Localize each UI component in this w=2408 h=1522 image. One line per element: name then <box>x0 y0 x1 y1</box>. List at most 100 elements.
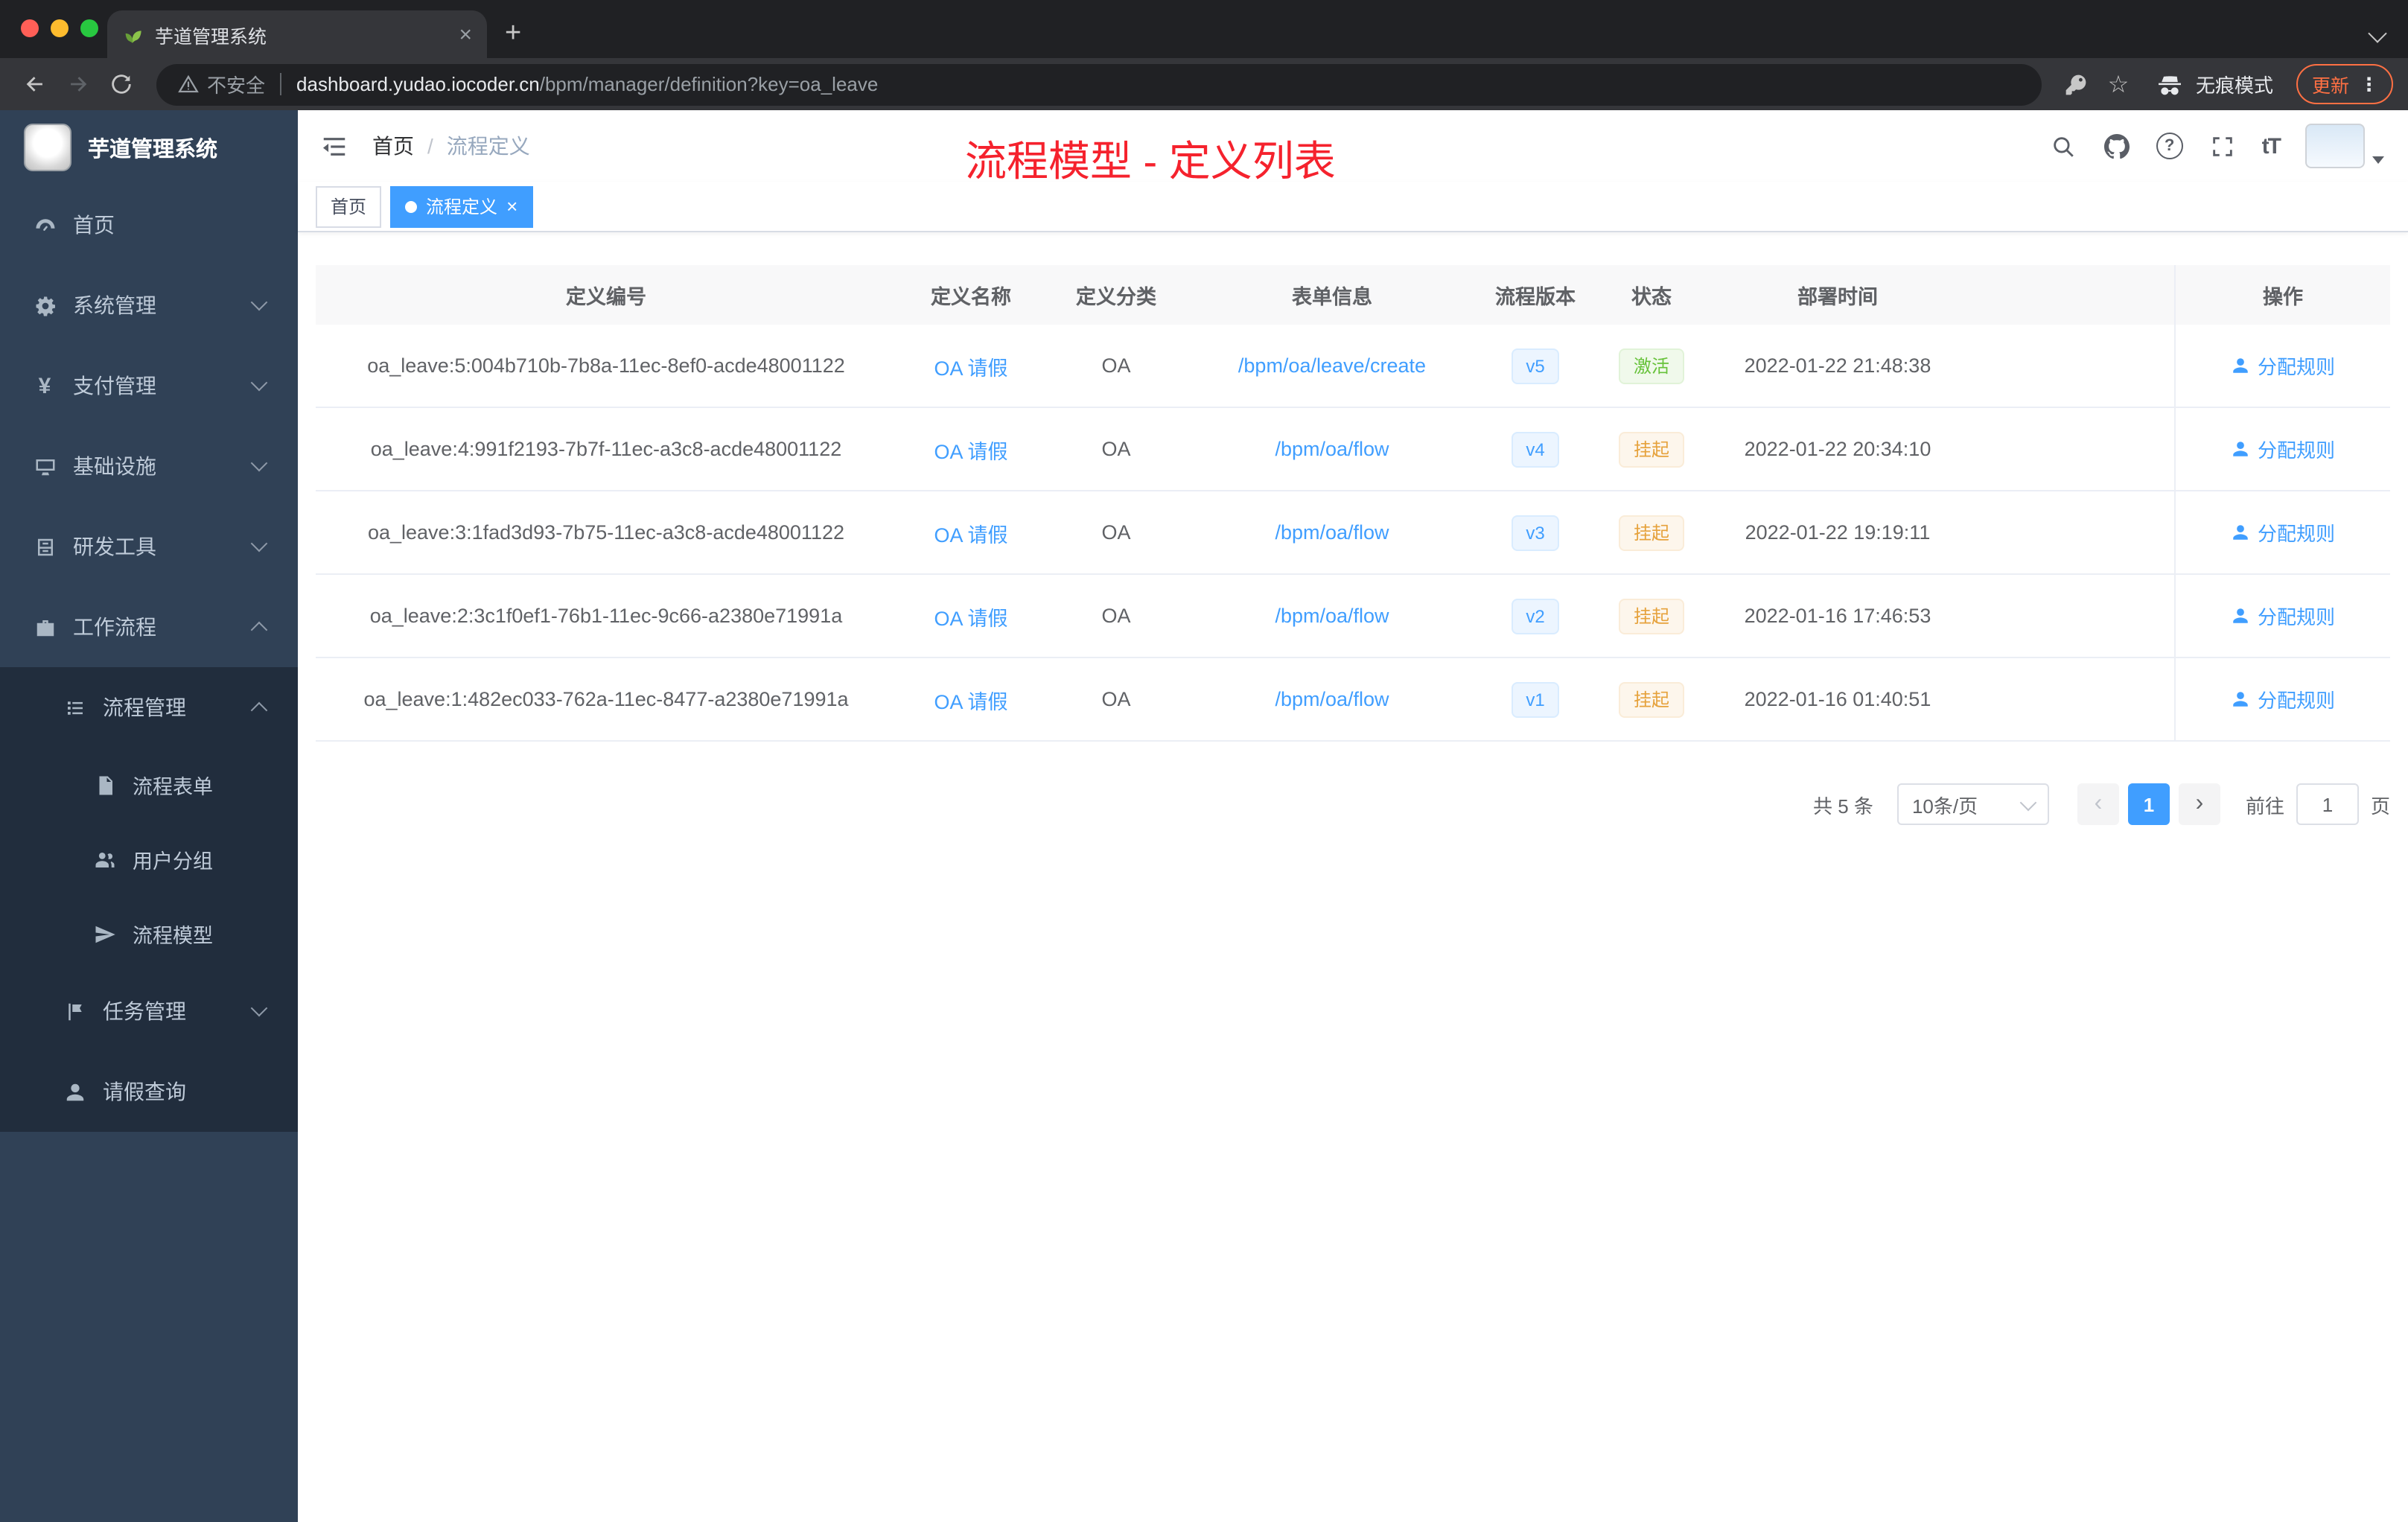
form-link[interactable]: /bpm/oa/flow <box>1275 688 1389 710</box>
person-icon <box>2233 358 2248 373</box>
assign-rule-link[interactable]: 分配规则 <box>2231 518 2335 547</box>
version-tag: v5 <box>1511 348 1560 383</box>
back-button[interactable] <box>15 64 55 104</box>
paper-plane-icon <box>92 922 116 946</box>
url-separator <box>280 73 282 95</box>
help-icon[interactable]: ? <box>2156 133 2183 159</box>
chevron-down-icon <box>250 374 268 392</box>
payment-icon: ¥ <box>38 373 51 398</box>
github-icon[interactable] <box>2103 132 2131 160</box>
chrome-update-button[interactable]: 更新 ⋮ <box>2296 64 2393 104</box>
assign-rule-link[interactable]: 分配规则 <box>2231 685 2335 713</box>
sidebar-item-label: 流程模型 <box>133 925 213 947</box>
tag-close-icon[interactable]: × <box>506 197 517 216</box>
definition-id: oa_leave:4:991f2193-7b7f-11ec-a3c8-acde4… <box>370 438 842 460</box>
definition-id: oa_leave:2:3c1f0ef1-76b1-11ec-9c66-a2380… <box>369 605 843 627</box>
breadcrumb-home[interactable]: 首页 <box>372 131 414 161</box>
row-filler <box>1966 491 2174 573</box>
tab-favicon <box>122 24 143 45</box>
table-row: oa_leave:3:1fad3d93-7b75-11ec-a3c8-acde4… <box>316 491 2390 575</box>
sidebar-item-payment[interactable]: ¥ 支付管理 <box>0 346 298 426</box>
bookmark-star-icon[interactable]: ☆ <box>2099 65 2138 104</box>
assign-rule-label: 分配规则 <box>2257 356 2335 378</box>
next-page-button[interactable]: › <box>2178 783 2220 825</box>
browser-tab[interactable]: 芋道管理系统 × <box>107 10 487 58</box>
browser-toolbar: 不安全 dashboard.yudao.iocoder.cn /bpm/mana… <box>0 58 2408 110</box>
sidebar-toggle-icon[interactable] <box>310 122 357 170</box>
page-unit-label: 页 <box>2370 795 2390 817</box>
logo-title: 芋道管理系统 <box>88 138 217 162</box>
caret-down-icon <box>2372 156 2384 164</box>
zoom-window-button[interactable] <box>80 19 98 37</box>
person-icon <box>2233 608 2248 623</box>
chevron-up-icon <box>250 701 268 719</box>
sidebar-item-devtools[interactable]: 研发工具 <box>0 506 298 587</box>
sidebar-item-process-form[interactable]: 流程表单 <box>0 748 298 822</box>
sidebar-item-home[interactable]: 首页 <box>0 185 298 265</box>
workflow-icon <box>33 615 57 639</box>
definition-name-link[interactable]: OA 请假 <box>934 434 1007 464</box>
sidebar-item-user-group[interactable]: 用户分组 <box>0 822 298 897</box>
new-tab-button[interactable]: + <box>505 19 521 48</box>
tag-process-definition[interactable]: 流程定义 × <box>390 185 533 227</box>
table-row: oa_leave:2:3c1f0ef1-76b1-11ec-9c66-a2380… <box>316 575 2390 658</box>
sidebar-logo[interactable]: 芋道管理系统 <box>0 110 298 185</box>
forward-button[interactable] <box>58 64 98 104</box>
sidebar-item-label: 请假查询 <box>103 1080 186 1104</box>
user-menu[interactable] <box>2305 124 2384 168</box>
search-icon[interactable] <box>2049 132 2077 160</box>
dashboard-icon <box>33 213 57 237</box>
url-path: /bpm/manager/definition?key=oa_leave <box>539 73 879 95</box>
sidebar-item-process-model[interactable]: 流程模型 <box>0 897 298 971</box>
annotation-title: 流程模型 - 定义列表 <box>965 138 1336 185</box>
not-secure-warning-icon <box>177 73 200 95</box>
sidebar-item-process-manage[interactable]: 流程管理 <box>0 667 298 748</box>
assign-rule-label: 分配规则 <box>2257 690 2335 712</box>
close-window-button[interactable] <box>21 19 39 37</box>
table-row: oa_leave:1:482ec033-762a-11ec-8477-a2380… <box>316 658 2390 742</box>
form-link[interactable]: /bpm/oa/flow <box>1275 605 1389 627</box>
person-icon <box>2233 692 2248 707</box>
assign-rule-link[interactable]: 分配规则 <box>2231 435 2335 463</box>
minimize-window-button[interactable] <box>51 19 69 37</box>
definition-category: OA <box>1101 605 1131 627</box>
tag-home[interactable]: 首页 <box>316 185 382 227</box>
form-link[interactable]: /bpm/oa/flow <box>1275 438 1389 460</box>
sidebar-item-workflow[interactable]: 工作流程 <box>0 587 298 667</box>
definition-name-link[interactable]: OA 请假 <box>934 518 1007 547</box>
app-header: 首页 / 流程定义 ? tT <box>298 110 2408 182</box>
status-badge: 挂起 <box>1618 598 1684 634</box>
tab-close-icon[interactable]: × <box>459 23 472 45</box>
assign-rule-link[interactable]: 分配规则 <box>2231 602 2335 630</box>
definition-name-link[interactable]: OA 请假 <box>934 684 1007 714</box>
sidebar-item-system[interactable]: 系统管理 <box>0 265 298 346</box>
address-bar[interactable]: 不安全 dashboard.yudao.iocoder.cn /bpm/mana… <box>156 63 2042 105</box>
tab-search-chevron-icon[interactable] <box>2368 24 2387 43</box>
browser-menu-icon[interactable]: ⋮ <box>2360 73 2378 95</box>
page-size-select[interactable]: 10条/页 <box>1896 783 2049 825</box>
table-row: oa_leave:4:991f2193-7b7f-11ec-a3c8-acde4… <box>316 408 2390 491</box>
total-count: 共 5 条 <box>1813 795 1873 817</box>
fullscreen-icon[interactable] <box>2208 132 2237 160</box>
font-size-icon[interactable]: tT <box>2262 133 2281 159</box>
prev-page-button[interactable]: ‹ <box>2077 783 2119 825</box>
sidebar-item-infrastructure[interactable]: 基础设施 <box>0 426 298 506</box>
sidebar-item-leave-query[interactable]: 请假查询 <box>0 1051 298 1132</box>
avatar <box>2305 124 2365 168</box>
assign-rule-link[interactable]: 分配规则 <box>2231 351 2335 380</box>
row-filler <box>1966 658 2174 740</box>
password-key-icon[interactable] <box>2057 65 2096 104</box>
goto-page-input[interactable] <box>2296 783 2359 825</box>
page-number-button[interactable]: 1 <box>2127 783 2170 825</box>
table-header-row: 定义编号 定义名称 定义分类 表单信息 流程版本 状态 部署时间 操作 <box>316 265 2390 325</box>
form-link[interactable]: /bpm/oa/leave/create <box>1238 354 1426 377</box>
page-content: 定义编号 定义名称 定义分类 表单信息 流程版本 状态 部署时间 操作 oa_l… <box>298 232 2408 1522</box>
update-label: 更新 <box>2311 76 2349 97</box>
definition-name-link[interactable]: OA 请假 <box>934 351 1007 380</box>
sidebar-item-task-manage[interactable]: 任务管理 <box>0 971 298 1051</box>
form-link[interactable]: /bpm/oa/flow <box>1275 521 1389 544</box>
definition-name-link[interactable]: OA 请假 <box>934 601 1007 631</box>
column-header: 定义编号 <box>566 286 646 308</box>
reload-button[interactable] <box>101 64 141 104</box>
sidebar-item-label: 流程管理 <box>103 695 186 719</box>
